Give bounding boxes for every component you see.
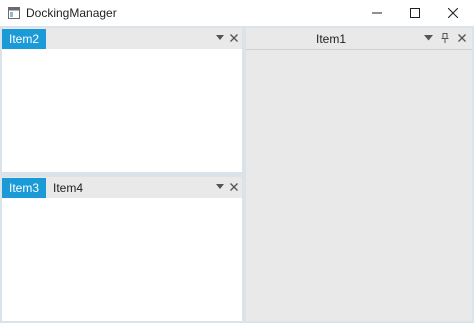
pane-content-item3 xyxy=(2,198,242,321)
dropdown-arrow-icon[interactable] xyxy=(422,32,434,44)
pane-content-item1 xyxy=(246,49,472,321)
dropdown-arrow-icon[interactable] xyxy=(214,181,226,193)
close-icon[interactable] xyxy=(228,32,240,44)
tab-item4[interactable]: Item4 xyxy=(46,178,90,198)
minimize-icon xyxy=(372,8,382,18)
dropdown-arrow-icon[interactable] xyxy=(214,32,226,44)
window-title: DockingManager xyxy=(26,6,117,20)
dock-pane-item3-item4: Item3 Item4 xyxy=(2,177,242,321)
pane-header[interactable]: Item2 xyxy=(2,28,242,49)
close-icon xyxy=(448,8,458,18)
close-icon[interactable] xyxy=(228,181,240,193)
pane-title-item1[interactable]: Item1 xyxy=(246,28,416,49)
docking-manager-window: DockingManager Item2 Item3 Item4 Item1 xyxy=(0,0,474,323)
docking-area: Item2 Item3 Item4 Item1 xyxy=(0,26,474,323)
pane-content-item2 xyxy=(2,49,242,172)
dock-pane-item1: Item1 xyxy=(246,28,472,321)
pane-header[interactable]: Item1 xyxy=(246,28,472,49)
dock-pane-item2: Item2 xyxy=(2,28,242,172)
window-close-button[interactable] xyxy=(430,0,474,26)
pane-header[interactable]: Item3 Item4 xyxy=(2,177,242,198)
title-bar[interactable]: DockingManager xyxy=(0,0,474,26)
tab-item3[interactable]: Item3 xyxy=(2,178,47,198)
close-icon[interactable] xyxy=(456,32,468,44)
pin-icon[interactable] xyxy=(439,32,451,44)
tab-item2[interactable]: Item2 xyxy=(2,29,47,49)
app-window-icon xyxy=(8,7,20,19)
maximize-icon xyxy=(410,8,420,18)
